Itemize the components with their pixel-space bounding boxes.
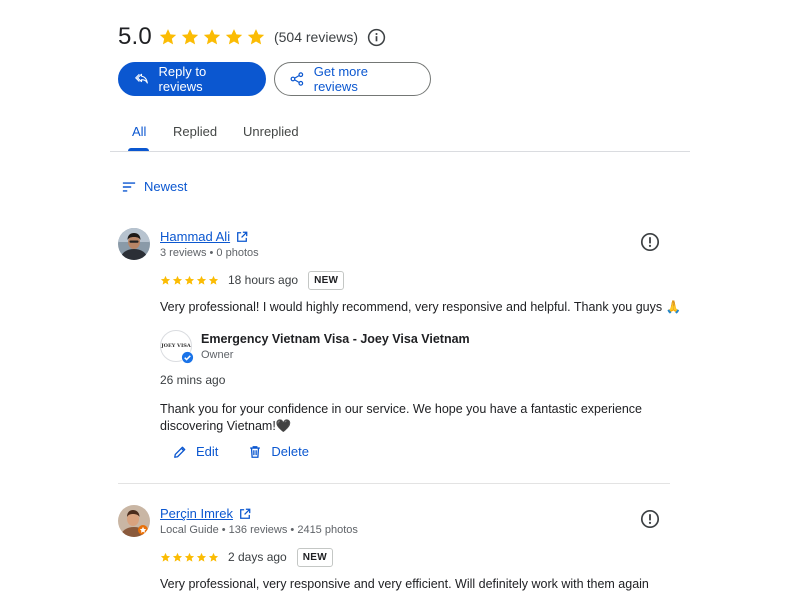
owner-name: Emergency Vietnam Visa - Joey Visa Vietn…: [201, 332, 470, 346]
review-time: 2 days ago: [228, 550, 287, 564]
review-time: 18 hours ago: [228, 273, 299, 287]
info-icon[interactable]: [366, 27, 386, 47]
delete-reply-button[interactable]: Delete: [248, 444, 309, 459]
star-icon: [184, 552, 195, 562]
edit-reply-button[interactable]: Edit: [173, 444, 218, 459]
review-text: Very professional! I would highly recomm…: [160, 300, 682, 314]
star-icon: [160, 275, 171, 285]
share-icon: [290, 72, 304, 86]
star-icon: [172, 552, 183, 562]
star-icon: [247, 29, 265, 45]
review-item: Hammad Ali 3 reviews • 0 photos 18 hours…: [118, 228, 682, 468]
owner-avatar: JOEY VISA: [160, 330, 194, 364]
filter-tabs: All Replied Unreplied: [110, 114, 690, 152]
review-stars: [160, 275, 219, 286]
report-icon[interactable]: [640, 509, 660, 529]
star-icon: [225, 29, 243, 45]
star-icon: [203, 29, 221, 45]
review-divider: [118, 483, 670, 484]
star-icon: [160, 552, 171, 562]
reviewer-name-link[interactable]: Perçin Imrek: [160, 506, 251, 521]
star-icon: [208, 552, 219, 562]
reviewer-name-link[interactable]: Hammad Ali: [160, 229, 248, 244]
pencil-icon: [174, 446, 186, 458]
report-icon[interactable]: [640, 232, 660, 252]
rating-summary: 5.0 (504 reviews): [118, 22, 386, 52]
reply-all-icon: [135, 73, 148, 84]
reviewer-name: Hammad Ali: [160, 229, 231, 244]
active-tab-indicator: [128, 148, 149, 151]
trash-icon: [250, 445, 261, 458]
reply-time: 26 mins ago: [160, 373, 226, 387]
star-icon: [184, 275, 195, 285]
review-stars: [160, 552, 219, 563]
tab-unreplied[interactable]: Unreplied: [243, 124, 299, 139]
avatar[interactable]: [118, 228, 150, 260]
sort-button[interactable]: Newest: [122, 179, 187, 194]
review-rating-row: 18 hours ago NEW: [160, 270, 345, 290]
avatar[interactable]: [118, 505, 150, 537]
star-icon: [196, 552, 207, 562]
reviewer-name: Perçin Imrek: [160, 506, 233, 521]
average-rating: 5.0: [118, 23, 152, 50]
reply-text: Thank you for your confidence in our ser…: [160, 402, 642, 433]
star-icon: [196, 275, 207, 285]
open-in-new-icon: [237, 231, 248, 242]
reply-actions: Edit Delete: [173, 444, 309, 459]
edit-label: Edit: [196, 444, 219, 459]
get-more-reviews-label: Get more reviews: [313, 64, 368, 94]
sort-label: Newest: [144, 179, 188, 194]
owner-role: Owner: [201, 349, 234, 361]
review-actions: Reply to reviews Get more reviews: [118, 62, 431, 96]
reply-to-reviews-button[interactable]: Reply to reviews: [118, 62, 266, 96]
get-more-reviews-button[interactable]: Get more reviews: [274, 62, 431, 96]
tab-replied[interactable]: Replied: [173, 124, 217, 139]
reviewer-meta: Local Guide • 136 reviews • 2415 photos: [160, 524, 358, 536]
reviewer-meta: 3 reviews • 0 photos: [160, 247, 259, 259]
delete-label: Delete: [271, 444, 309, 459]
star-icon: [159, 29, 177, 45]
new-badge: NEW: [296, 547, 333, 567]
review-item: Perçin Imrek Local Guide • 136 reviews •…: [118, 505, 678, 595]
tab-all[interactable]: All: [132, 124, 146, 139]
star-icon: [181, 29, 199, 45]
review-rating-row: 2 days ago NEW: [160, 547, 333, 567]
open-in-new-icon: [240, 508, 251, 519]
review-count: (504 reviews): [273, 29, 358, 45]
new-badge: NEW: [308, 270, 345, 290]
verified-icon: [181, 351, 194, 364]
owner-logo: JOEY VISA: [161, 343, 191, 349]
star-icon: [208, 275, 219, 285]
star-icon: [172, 275, 183, 285]
reply-to-reviews-label: Reply to reviews: [158, 64, 207, 94]
sort-icon: [122, 181, 136, 192]
review-text: Very professional, very responsive and v…: [160, 577, 649, 591]
rating-stars: [158, 27, 266, 47]
